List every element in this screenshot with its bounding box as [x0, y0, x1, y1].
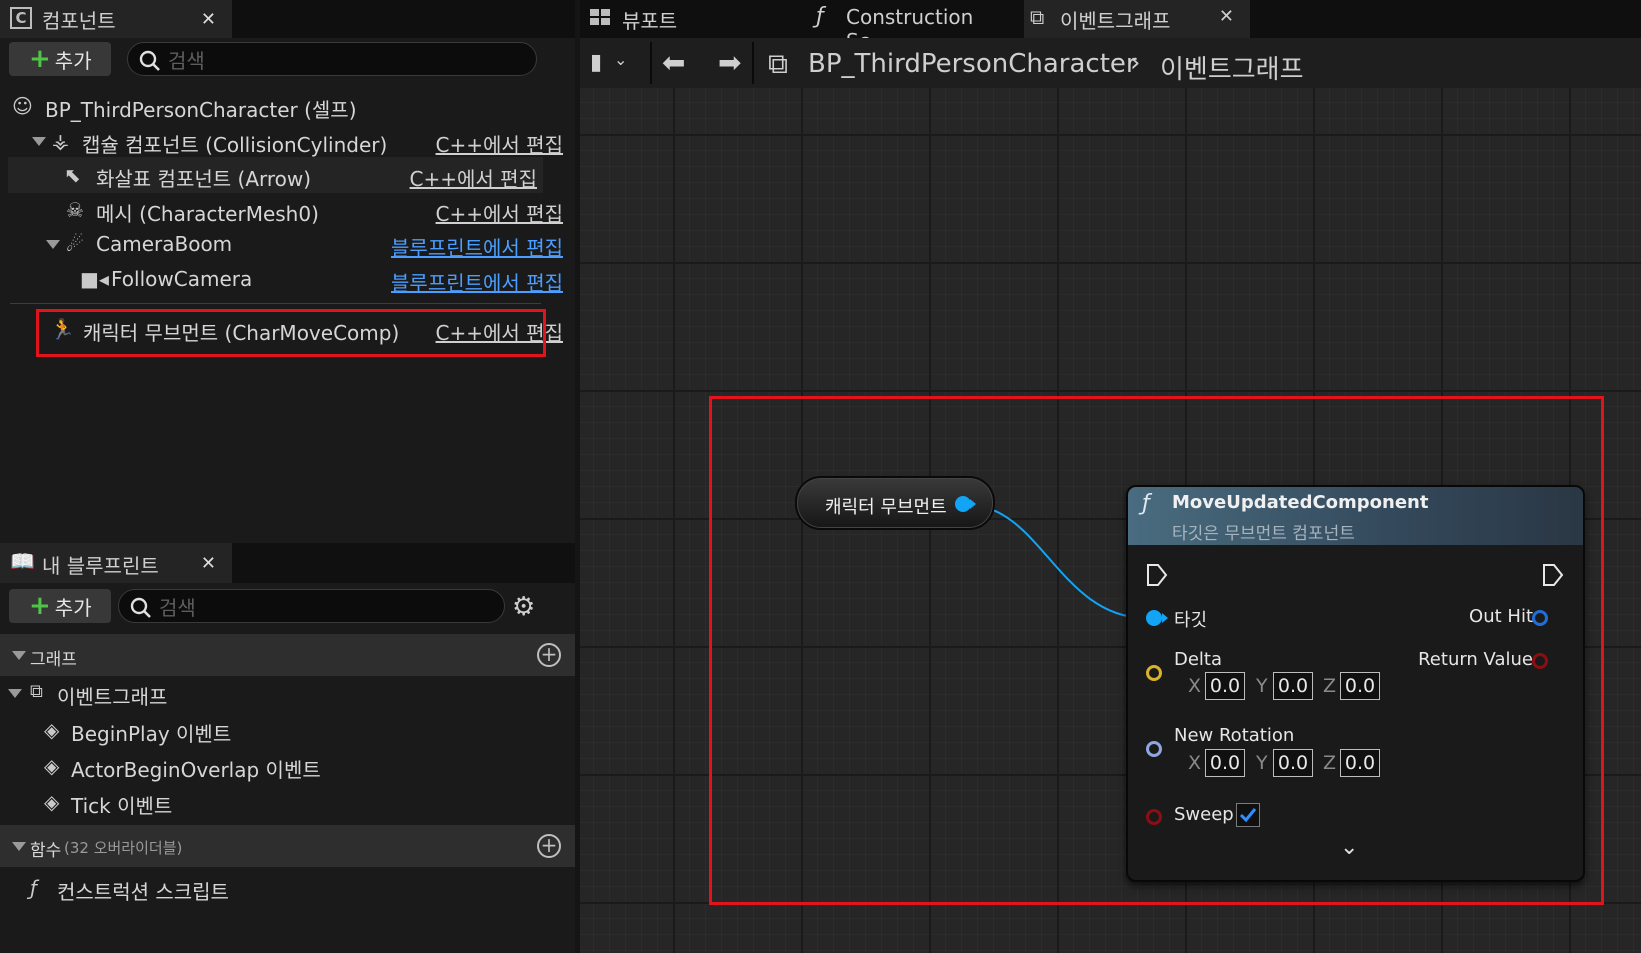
highlight-box — [709, 396, 1604, 905]
